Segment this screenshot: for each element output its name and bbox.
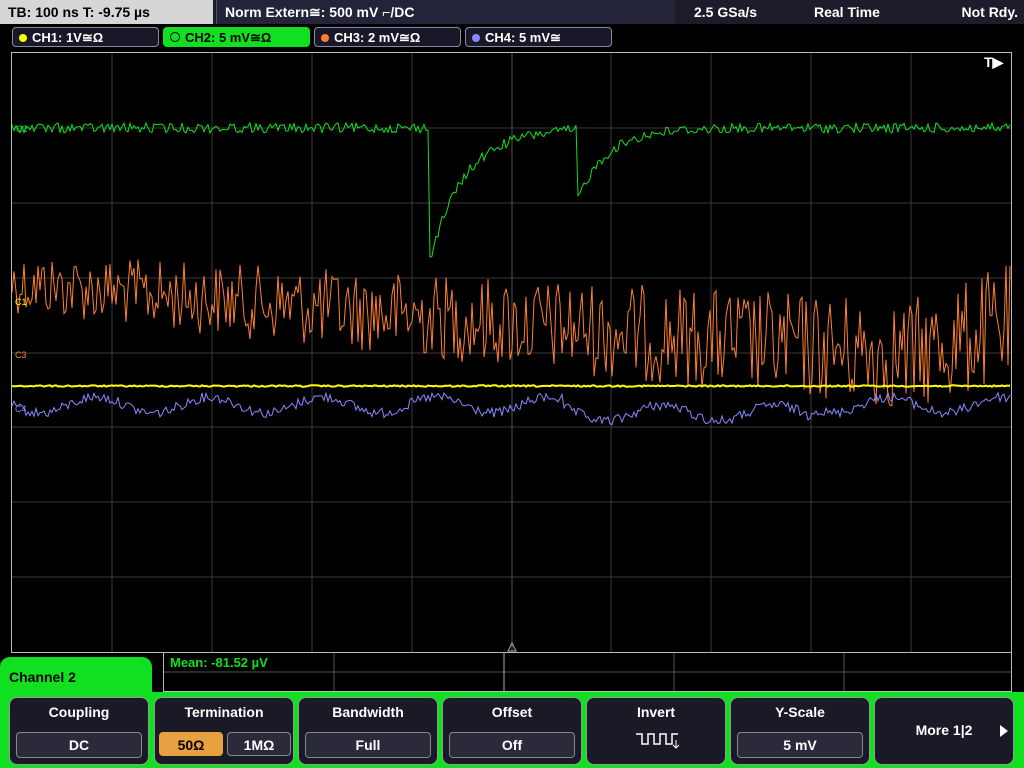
yscale-title: Y-Scale xyxy=(775,704,825,720)
measurement-bar[interactable]: Mean: -81.52 µV xyxy=(163,652,1012,692)
trigger-position-marker: T▶ xyxy=(984,54,1005,70)
channel-1-label: CH1: 1V≅Ω xyxy=(32,30,104,45)
timebase-readout[interactable]: TB: 100 ns T: -9.75 µs xyxy=(0,0,213,24)
trigger-status: Not Rdy. xyxy=(961,4,1018,20)
channel-3-tab[interactable]: CH3: 2 mV≅Ω xyxy=(314,27,461,47)
termination-title: Termination xyxy=(184,704,264,720)
more-softkey[interactable]: More 1|2 xyxy=(874,697,1014,765)
invert-title: Invert xyxy=(636,704,676,720)
channel-2-tab[interactable]: CH2: 5 mV≅Ω xyxy=(163,27,310,47)
bandwidth-title: Bandwidth xyxy=(332,704,404,720)
acquisition-mode: Real Time xyxy=(814,4,880,20)
waveform-canvas: T▶ C2 C1 C3 C4 xyxy=(12,53,1011,652)
invert-waveform-icon xyxy=(636,733,680,749)
more-label: More 1|2 xyxy=(915,722,973,738)
channel-3-trace xyxy=(12,259,1011,407)
channel-4-marker: C4 xyxy=(15,404,27,414)
termination-50ohm-option[interactable]: 50Ω xyxy=(159,732,223,756)
yscale-value: 5 mV xyxy=(737,732,863,758)
next-page-arrow-icon xyxy=(1000,725,1008,737)
channel-1-marker: C1 xyxy=(15,297,27,307)
coupling-title: Coupling xyxy=(48,704,110,720)
channel-3-marker: C3 xyxy=(15,350,27,360)
bandwidth-value: Full xyxy=(305,732,431,758)
offset-value: Off xyxy=(449,732,575,758)
bandwidth-softkey[interactable]: Bandwidth Full xyxy=(298,697,438,765)
trigger-readout[interactable]: Norm Extern≅: 500 mV ⌐/DC xyxy=(216,0,675,24)
offset-title: Offset xyxy=(491,704,533,720)
channel-3-label: CH3: 2 mV≅Ω xyxy=(334,30,421,45)
menu-title: Channel 2 xyxy=(9,669,76,685)
waveform-display[interactable]: T▶ C2 C1 C3 C4 xyxy=(11,52,1012,653)
coupling-value: DC xyxy=(16,732,142,758)
channel-2-marker: C2 xyxy=(16,124,28,134)
status-bar: TB: 100 ns T: -9.75 µs Norm Extern≅: 500… xyxy=(0,0,1024,24)
channel-4-tab[interactable]: CH4: 5 mV≅ xyxy=(465,27,612,47)
coupling-softkey[interactable]: Coupling DC xyxy=(9,697,149,765)
invert-softkey[interactable]: Invert xyxy=(586,697,726,765)
yscale-softkey[interactable]: Y-Scale 5 mV xyxy=(730,697,870,765)
channel-1-tab[interactable]: CH1: 1V≅Ω xyxy=(12,27,159,47)
sample-rate: 2.5 GSa/s xyxy=(694,4,758,20)
termination-1mohm-option[interactable]: 1MΩ xyxy=(227,732,291,756)
offset-softkey[interactable]: Offset Off xyxy=(442,697,582,765)
channel-row: CH1: 1V≅Ω CH2: 5 mV≅Ω CH3: 2 mV≅Ω CH4: 5… xyxy=(0,24,1024,50)
measurement-grid xyxy=(164,653,1011,691)
channel-1-dot-icon xyxy=(19,34,27,42)
channel-4-trace xyxy=(12,391,1011,426)
termination-softkey[interactable]: Termination 50Ω 1MΩ xyxy=(154,697,294,765)
channel-4-dot-icon xyxy=(472,34,480,42)
mean-measurement: Mean: -81.52 µV xyxy=(170,655,268,670)
channel-1-trace xyxy=(12,384,1010,388)
channel-2-trace xyxy=(12,121,1011,258)
channel-3-dot-icon xyxy=(321,34,329,42)
channel-2-dot-icon xyxy=(170,32,180,42)
channel-2-label: CH2: 5 mV≅Ω xyxy=(185,30,272,45)
channel-4-label: CH4: 5 mV≅ xyxy=(485,30,561,45)
